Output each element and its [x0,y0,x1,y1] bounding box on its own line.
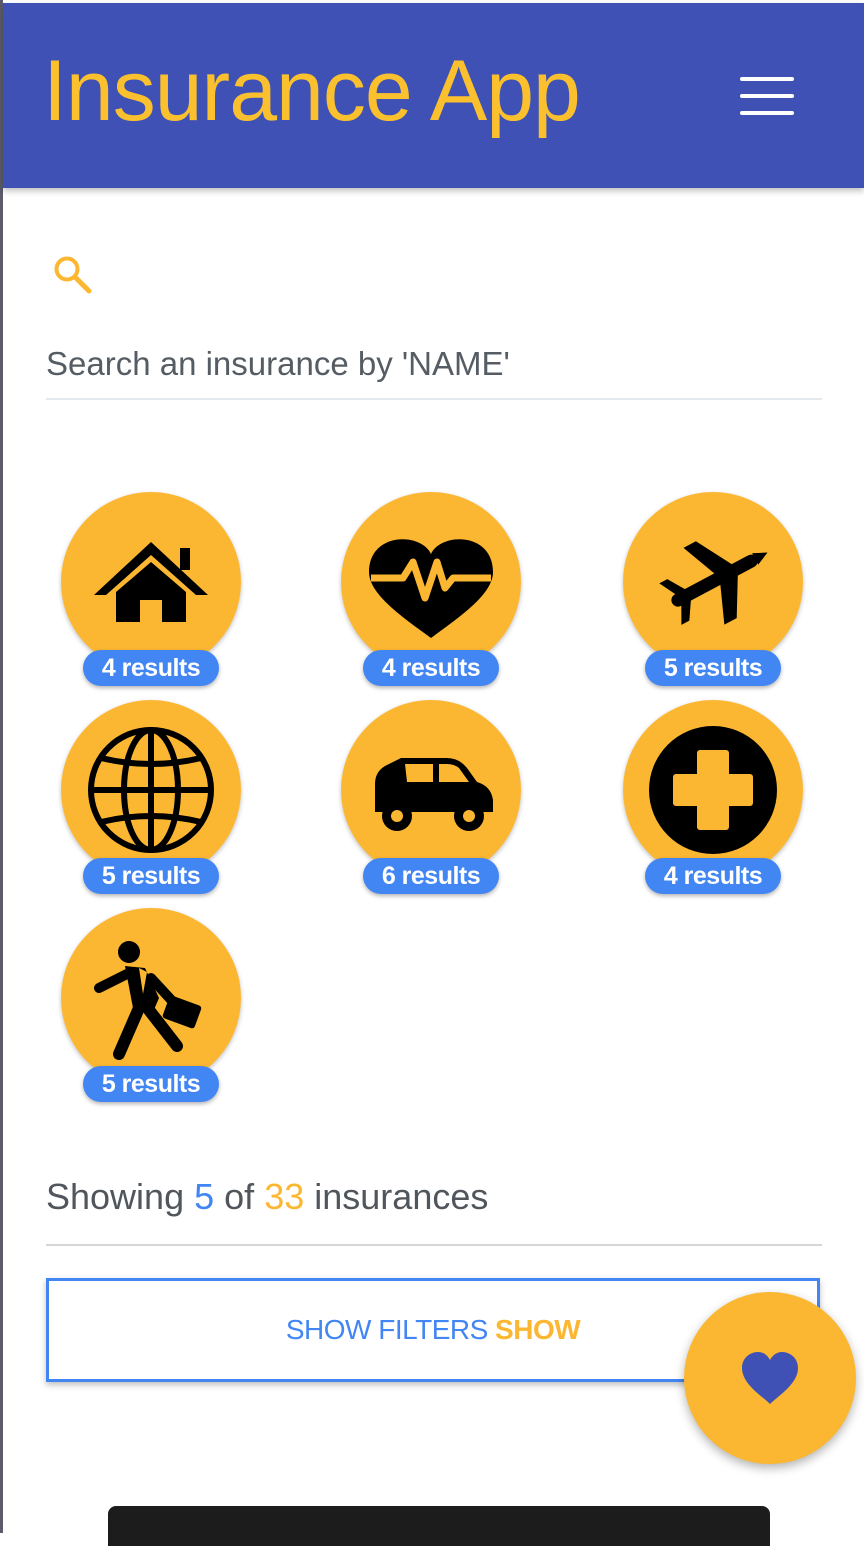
car-icon [375,758,493,831]
category-circle [61,700,241,880]
summary-suffix: insurances [314,1176,489,1217]
search-input[interactable] [46,330,822,400]
summary-shown-count: 5 [194,1176,215,1217]
results-badge: 4 results [363,650,499,686]
results-badge: 5 results [645,650,781,686]
businessman-icon [94,941,202,1060]
show-filters-state: SHOW [495,1314,581,1345]
favorites-fab[interactable] [684,1292,856,1464]
app-bar: Insurance App [3,3,864,188]
summary-middle: of [224,1176,255,1217]
show-filters-label: SHOW FILTERS [285,1314,488,1345]
search-icon[interactable] [50,252,94,296]
category-circle [61,492,241,672]
app-title: Insurance App [43,43,581,139]
results-badge: 5 results [83,858,219,894]
results-badge: 4 results [645,858,781,894]
globe-icon [88,727,214,853]
heart-icon [742,1352,798,1404]
medical-cross-icon [649,726,777,854]
category-medical[interactable]: 4 results [623,700,803,910]
category-world[interactable]: 5 results [61,700,241,910]
menu-button[interactable] [736,73,796,119]
category-home[interactable]: 4 results [61,492,241,702]
divider [46,1244,822,1246]
results-badge: 4 results [83,650,219,686]
bottom-overlay-bar [108,1506,770,1546]
category-circle [623,700,803,880]
category-circle [341,700,521,880]
results-summary: Showing 5 of 33 insurances [46,1176,488,1218]
category-car[interactable]: 6 results [341,700,521,910]
category-circle [341,492,521,672]
category-circle [61,908,241,1088]
results-badge: 6 results [363,858,499,894]
hamburger-menu-icon [736,73,796,119]
category-circle [623,492,803,672]
airplane-icon [659,541,768,625]
frame-edge [0,0,3,1533]
category-health[interactable]: 4 results [341,492,521,702]
summary-total-count: 33 [264,1176,305,1217]
summary-prefix: Showing [46,1176,185,1217]
category-travel[interactable]: 5 results [623,492,803,702]
category-business[interactable]: 5 results [61,908,241,1118]
results-badge: 5 results [83,1066,219,1102]
heart-pulse-icon [369,539,493,638]
home-icon [94,542,208,622]
